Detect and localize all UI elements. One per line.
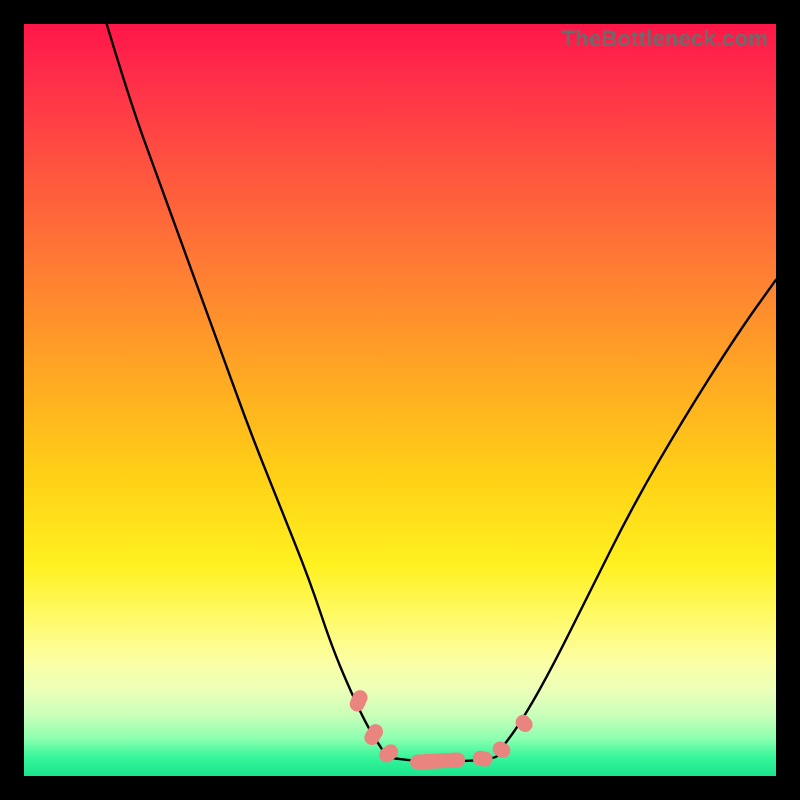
marker-group [347,688,535,770]
curve-path [107,24,776,761]
marker-capsule [410,752,466,770]
marker-capsule [472,750,494,768]
marker-capsule [362,721,386,748]
curve-group [107,24,776,761]
marker-capsule [513,712,536,735]
chart-plot-area: TheBottleneck.com [24,24,776,776]
chart-frame: TheBottleneck.com [0,0,800,800]
bottleneck-curve [24,24,776,776]
